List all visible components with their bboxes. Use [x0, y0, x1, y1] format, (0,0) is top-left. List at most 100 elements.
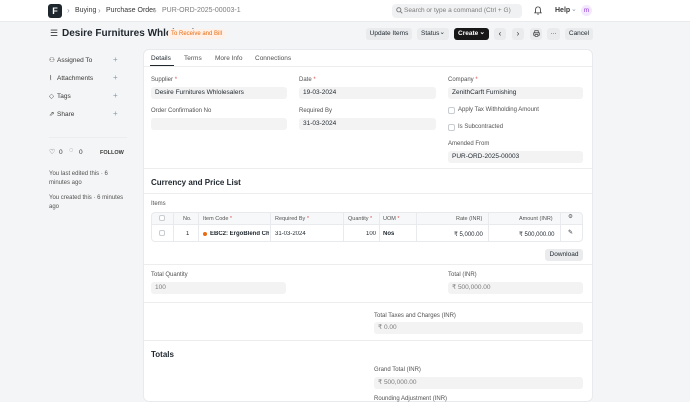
item-indicator-dot [203, 232, 207, 236]
prev-doc-button[interactable]: ‹ [494, 28, 506, 40]
order-confirmation-label: Order Confirmation No [151, 108, 212, 114]
section-divider [144, 340, 592, 341]
section-divider [144, 302, 592, 303]
subcontracted-checkbox[interactable] [448, 124, 455, 131]
add-tag-icon[interactable]: + [113, 91, 118, 100]
sidebar-divider [49, 137, 127, 138]
cell-amount[interactable]: ₹ 500,000.00 [519, 231, 555, 238]
select-all-checkbox[interactable] [159, 215, 165, 221]
help-menu[interactable]: Help [555, 7, 570, 14]
status-dropdown[interactable]: Status ⌄ [417, 28, 449, 40]
breadcrumb-buying[interactable]: Buying [75, 7, 96, 14]
sidebar-assigned-to[interactable]: Assigned To [57, 57, 92, 64]
column-divider [416, 212, 417, 242]
tab-connections[interactable]: Connections [255, 55, 291, 62]
hamburger-icon[interactable]: ☰ [50, 28, 58, 39]
taxes-label: Total Taxes and Charges (INR) [374, 313, 456, 319]
chevron-down-icon: ⌄ [479, 29, 485, 36]
apply-tax-checkbox[interactable] [448, 107, 455, 114]
grand-total-field: ₹ 500,000.00 [374, 377, 583, 389]
sidebar-tags[interactable]: Tags [57, 93, 71, 100]
edit-row-icon[interactable]: ✎ [568, 229, 573, 236]
follow-button[interactable]: FOLLOW [100, 150, 124, 156]
amended-from-label: Amended From [448, 141, 490, 147]
total-quantity-label: Total Quantity [151, 272, 188, 278]
chevron-down-icon: ⌄ [571, 6, 577, 13]
create-button[interactable]: Create ⌄ [454, 28, 489, 40]
column-divider [379, 212, 380, 242]
user-icon: ⚇ [49, 57, 55, 64]
column-divider [560, 212, 561, 242]
create-button-label: Create [458, 30, 479, 37]
column-divider [343, 212, 344, 242]
cell-rate[interactable]: ₹ 5,000.00 [454, 231, 483, 238]
chevron-down-icon[interactable]: ⌄ [233, 177, 240, 186]
cancel-button[interactable]: Cancel [565, 28, 593, 40]
cell-quantity[interactable]: 100 [366, 231, 376, 237]
add-assignee-icon[interactable]: + [113, 55, 118, 64]
totals-section-title[interactable]: Totals [151, 350, 174, 359]
col-header-no: No. [183, 216, 192, 222]
add-share-icon[interactable]: + [113, 109, 118, 118]
section-divider [144, 193, 592, 194]
amended-from-field[interactable]: PUR-ORD-2025-00003 [448, 151, 583, 163]
column-divider [173, 212, 174, 242]
column-divider [488, 212, 489, 242]
created-note: You created this · 6 minutes ago [49, 195, 124, 210]
last-edited-note: You last edited this · 6 minutes ago [49, 171, 108, 186]
chevron-right-icon: › [67, 6, 70, 15]
total-inr-label: Total (INR) [448, 272, 477, 278]
comment-count: 0 [79, 149, 83, 156]
print-button[interactable] [530, 28, 542, 40]
company-label: Company * [448, 77, 478, 83]
items-label: Items [151, 201, 166, 207]
cell-item-code[interactable]: EBC2: ErgoBlend Cha [210, 231, 269, 237]
taxes-field: ₹ 0.00 [374, 322, 583, 334]
order-confirmation-field[interactable] [151, 118, 287, 130]
heart-icon[interactable]: ♡ [49, 148, 55, 156]
section-divider [144, 264, 592, 265]
download-button[interactable]: Download [545, 249, 583, 261]
update-items-button[interactable]: Update Items [366, 28, 412, 40]
cell-no: 1 [186, 231, 190, 237]
required-by-label: Required By [299, 108, 333, 114]
chevron-down-icon: ⌄ [439, 29, 445, 36]
tab-terms[interactable]: Terms [184, 55, 202, 62]
supplier-field[interactable]: Desire Furnitures Whlolesalers [151, 87, 287, 99]
search-icon [396, 7, 403, 14]
required-by-field[interactable]: 31-03-2024 [299, 118, 436, 130]
cell-uom[interactable]: Nos [383, 231, 394, 237]
avatar[interactable]: m [581, 5, 592, 16]
sidebar-attachments[interactable]: Attachments [57, 75, 93, 82]
tab-more-info[interactable]: More Info [215, 55, 242, 62]
bell-icon[interactable] [534, 6, 542, 15]
more-actions-button[interactable]: ··· [547, 28, 560, 40]
company-field[interactable]: ZenithCarft Furnishing [448, 87, 583, 99]
app-logo[interactable]: F [48, 4, 62, 18]
tabs-divider [144, 66, 592, 67]
printer-icon [532, 30, 540, 37]
comment-icon[interactable]: ◌ [69, 147, 73, 154]
col-header-quantity: Quantity * [348, 216, 373, 222]
like-count: 0 [59, 149, 63, 156]
col-header-item-code: Item Code * [203, 216, 233, 222]
sidebar-share[interactable]: Share [57, 111, 74, 118]
gear-icon[interactable]: ⚙ [568, 214, 573, 220]
search-placeholder: Search or type a command (Ctrl + G) [404, 7, 511, 14]
cell-required-by[interactable]: 31-03-2024 [275, 231, 306, 237]
col-header-required-by: Required By * [275, 216, 309, 222]
date-field[interactable]: 19-03-2024 [299, 87, 436, 99]
currency-section-title[interactable]: Currency and Price List [151, 178, 241, 187]
tag-icon: ◇ [49, 93, 54, 100]
total-quantity-field: 100 [151, 282, 286, 294]
breadcrumb-current[interactable]: PUR-ORD-2025-00003-1 [162, 7, 241, 14]
tab-details[interactable]: Details [151, 55, 171, 62]
breadcrumb-purchase-order[interactable]: Purchase Order [106, 7, 155, 14]
grand-total-label: Grand Total (INR) [374, 367, 421, 373]
share-icon: ⇗ [49, 111, 55, 118]
next-doc-button[interactable]: › [512, 28, 524, 40]
add-attachment-icon[interactable]: + [113, 73, 118, 82]
total-inr-field: ₹ 500,000.00 [448, 282, 583, 294]
row-checkbox[interactable] [159, 230, 165, 236]
subcontracted-label: Is Subcontracted [458, 124, 504, 130]
